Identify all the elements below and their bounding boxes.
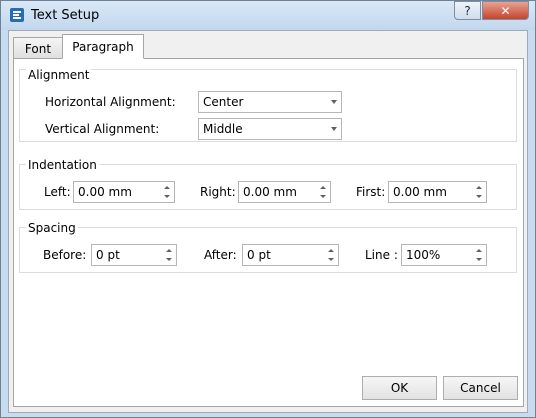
spin-up-icon[interactable] [476,249,482,252]
spacing-line-spinner[interactable]: 100% [401,244,487,266]
text-setup-dialog: Text Setup ? ✕ Font Paragraph Alignment … [0,0,536,418]
indent-left-spinner[interactable]: 0.00 mm [73,181,175,203]
spacing-after-spinner[interactable]: 0 pt [242,244,339,266]
help-icon: ? [464,3,471,18]
close-button[interactable]: ✕ [482,1,529,20]
horizontal-alignment-select[interactable]: Center [198,91,342,113]
close-icon: ✕ [500,3,511,18]
spin-up-icon[interactable] [328,249,334,252]
tab-font[interactable]: Font [13,37,63,59]
app-icon [10,8,24,22]
spin-up-icon[interactable] [166,249,172,252]
spin-down-icon[interactable] [166,258,172,261]
indent-right-label: Right: [200,185,236,199]
spin-up-icon[interactable] [320,186,326,189]
tab-font-label: Font [24,41,52,56]
indent-first-spinner[interactable]: 0.00 mm [388,181,487,203]
alignment-group-title: Alignment [26,68,92,82]
spacing-before-label: Before: [43,248,87,262]
spin-down-icon[interactable] [476,195,482,198]
horizontal-alignment-value: Center [203,95,244,109]
spacing-after-label: After: [204,248,237,262]
spin-up-icon[interactable] [476,186,482,189]
indent-right-value: 0.00 mm [243,185,297,199]
ok-button-label: OK [390,381,409,395]
indent-left-value: 0.00 mm [78,185,132,199]
cancel-button[interactable]: Cancel [443,376,518,400]
indent-first-value: 0.00 mm [393,185,447,199]
spacing-line-label: Line : [365,248,398,262]
dialog-body: Font Paragraph Alignment Horizontal Alig… [8,30,528,413]
spin-down-icon[interactable] [476,258,482,261]
spacing-after-value: 0 pt [247,248,271,262]
indentation-group-title: Indentation [26,158,99,172]
title-bar[interactable]: Text Setup ? ✕ [1,1,535,30]
spacing-before-spinner[interactable]: 0 pt [91,244,177,266]
spacing-line-value: 100% [406,248,441,262]
indent-right-spinner[interactable]: 0.00 mm [238,181,331,203]
chevron-down-icon [331,127,337,131]
tab-paragraph-label: Paragraph [72,39,134,54]
cancel-button-label: Cancel [460,381,501,395]
indent-first-label: First: [356,185,386,199]
spin-down-icon[interactable] [164,195,170,198]
chevron-down-icon [331,100,337,104]
tab-paragraph[interactable]: Paragraph [62,34,144,59]
window-title: Text Setup [31,8,100,23]
spin-up-icon[interactable] [164,186,170,189]
help-button[interactable]: ? [454,1,481,20]
vertical-alignment-select[interactable]: Middle [198,118,342,140]
spacing-before-value: 0 pt [96,248,120,262]
indent-left-label: Left: [44,185,71,199]
spacing-group-title: Spacing [26,221,78,235]
vertical-alignment-label: Vertical Alignment: [45,122,160,136]
vertical-alignment-value: Middle [203,122,243,136]
horizontal-alignment-label: Horizontal Alignment: [45,95,176,109]
spin-down-icon[interactable] [328,258,334,261]
spin-down-icon[interactable] [320,195,326,198]
ok-button[interactable]: OK [362,376,437,400]
paragraph-panel: Alignment Horizontal Alignment: Center V… [13,58,524,407]
